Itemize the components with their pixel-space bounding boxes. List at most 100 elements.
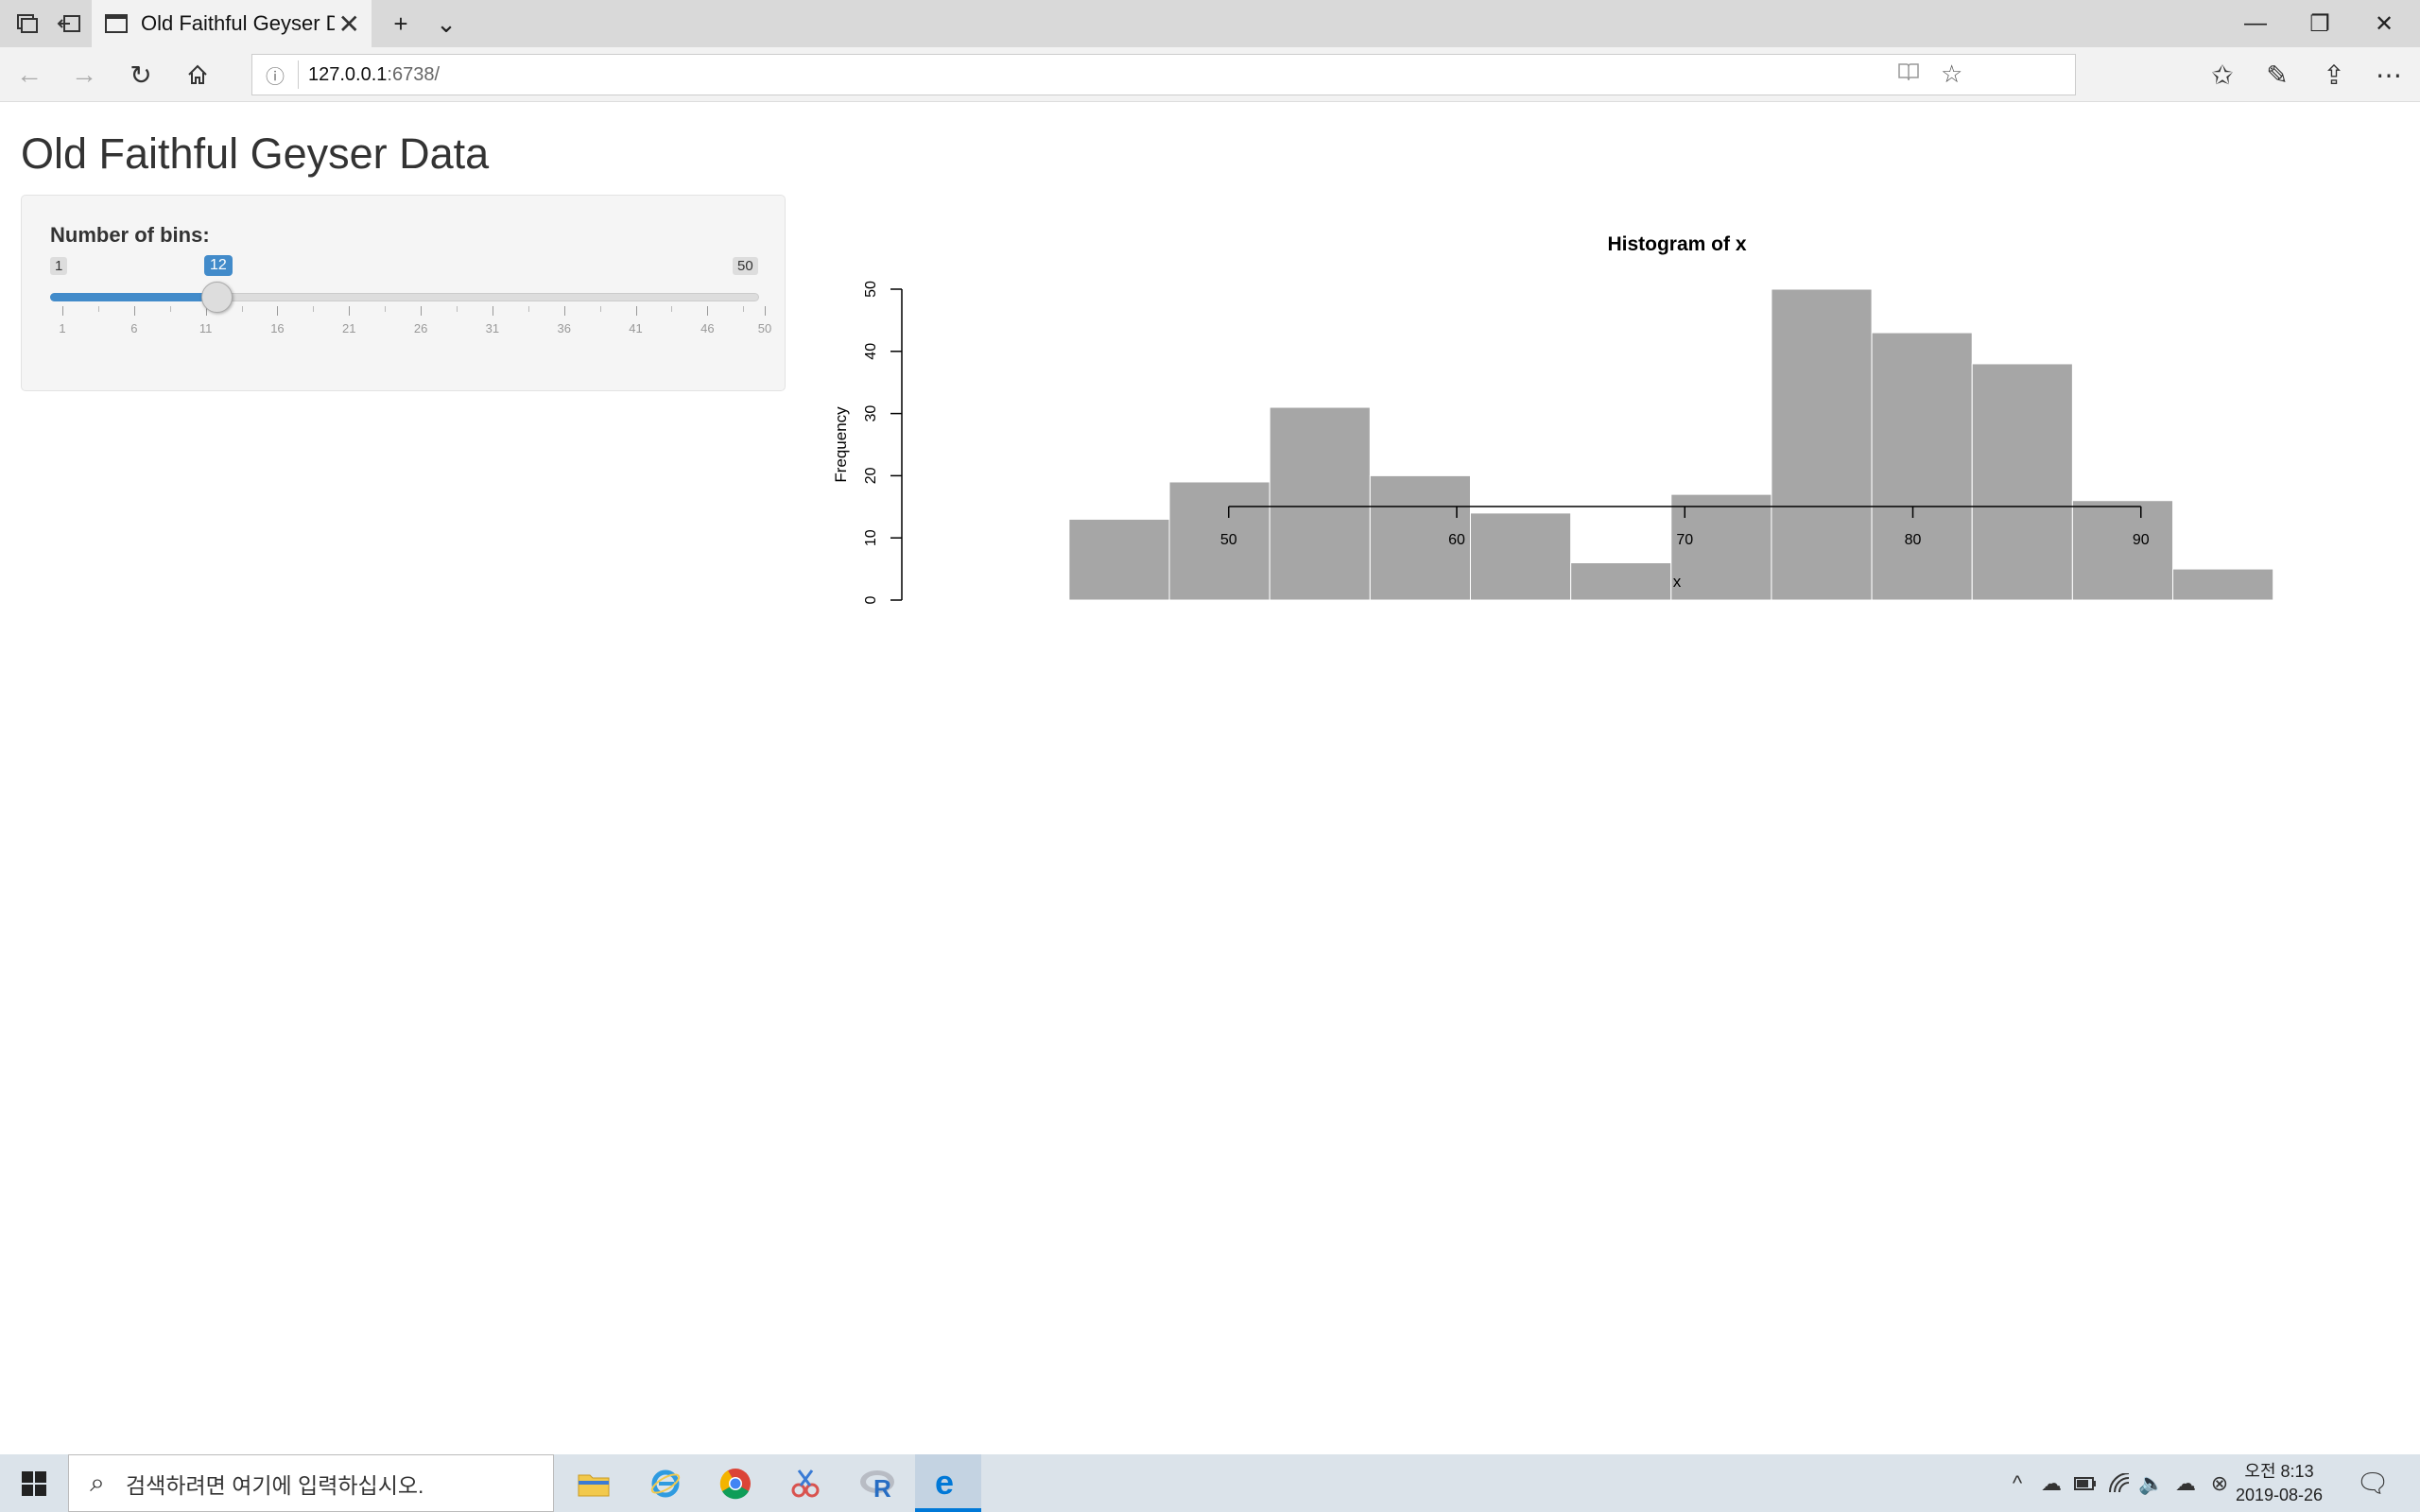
notification-icon[interactable]: 🗨 [2344,1454,2401,1512]
file-explorer-icon[interactable] [561,1454,627,1512]
back-icon[interactable]: ← [2,47,57,102]
slider-minor-tick [743,306,745,312]
slider-grid-label: 36 [557,321,571,335]
more-icon[interactable]: ⋯ [2361,47,2416,102]
y-axis-label: Frequency [832,406,850,483]
slider-grid-label: 16 [270,321,285,335]
slider-major-tick [133,306,135,316]
y-tick-label: 10 [863,529,879,546]
taskbar-search[interactable]: ⌕ 검색하려면 여기에 입력하십시오. [68,1454,554,1512]
slider-fill[interactable] [50,293,216,301]
x-axis-label: x [1673,573,1682,591]
slider-minor-tick [169,306,171,312]
slider-major-tick [563,306,565,316]
r-app-icon[interactable]: R [844,1454,910,1512]
slider-grid-label: 6 [130,321,138,335]
wifi-icon[interactable] [2102,1454,2136,1512]
share-icon[interactable]: ⇪ [2307,47,2361,102]
slider-grid-label: 46 [700,321,715,335]
set-tabs-aside-icon[interactable] [42,0,96,47]
slider-grid-label: 11 [199,321,213,335]
windows-start-icon[interactable] [0,1454,68,1512]
slider-major-tick [277,306,279,316]
cloud-upload-icon[interactable]: ☁ [2169,1454,2203,1512]
favorites-icon[interactable]: ✩ [2195,47,2250,102]
slider-grid-label: 26 [413,321,428,335]
histogram-bar [1771,288,1873,601]
forward-icon[interactable]: → [57,47,112,102]
histogram-bar [2071,500,2174,601]
browser-titlebar: Old Faithful Geyser Data ✕ + ⌄ — ❐ ✕ [0,0,2420,47]
tab-close-icon[interactable]: ✕ [338,9,360,40]
address-field[interactable]: ⓘ 127.0.0.1:6738/ ☆ [251,54,2076,95]
internet-explorer-icon[interactable] [632,1454,699,1512]
histogram-bar [1570,562,1672,601]
search-icon: ⌕ [90,1468,105,1497]
tab-title: Old Faithful Geyser Data [141,11,335,35]
x-tick-label: 90 [2133,532,2150,548]
page-icon [105,14,128,33]
snipping-tool-icon[interactable] [772,1454,838,1512]
histogram-bar [1871,332,1973,601]
slider-minor-tick [599,306,601,312]
close-window-button[interactable]: ✕ [2352,0,2416,47]
slider-handle[interactable] [201,282,233,313]
slider-minor-tick [97,306,99,312]
tab-dropdown-icon[interactable]: ⌄ [419,0,474,47]
home-icon[interactable] [170,47,225,102]
web-note-icon[interactable]: ✎ [2250,47,2305,102]
y-tick-label: 40 [863,343,879,360]
url-host: 127.0.0.1 [308,63,388,85]
slider-minor-tick [456,306,458,312]
x-tick-label: 50 [1220,532,1237,548]
histogram-bar [1269,406,1371,601]
site-info-icon[interactable]: ⓘ [252,61,298,89]
url-port: :6738/ [387,63,441,85]
x-tick-label: 60 [1448,532,1465,548]
slider-value: 12 [204,255,233,276]
clock-time: 오전 8:13 [2244,1462,2314,1481]
show-hidden-icons-icon[interactable]: ^ [2000,1454,2034,1512]
address-toolbar: ← → ↻ ⓘ 127.0.0.1:6738/ ☆ ✩ ✎ ⇪ ⋯ [0,47,2420,102]
x-tick-label: 70 [1676,532,1693,548]
favorite-star-icon[interactable]: ☆ [1941,60,1962,89]
slider-minor-tick [671,306,673,312]
x-tick-label: 80 [1905,532,1922,548]
slider-major-tick [635,306,637,316]
clock-date: 2019-08-26 [2235,1486,2324,1504]
refresh-icon[interactable]: ↻ [113,47,168,102]
histogram-svg: Histogram of x 0 10 20 30 40 50 Frequency 50 60 70… [832,233,2274,604]
slider-min: 1 [50,257,68,275]
browser-tab[interactable]: Old Faithful Geyser Data ✕ [92,0,372,47]
slider-grid-label: 50 [757,321,772,335]
slider-grid-label: 41 [629,321,643,335]
taskbar: ⌕ 검색하려면 여기에 입력하십시오. R e ^ ☁ 🔈 ☁ ⊗ 오전 8:1… [0,1454,2420,1512]
histogram-plot: Histogram of x 0 10 20 30 40 50 Frequency 50 60 70… [813,202,2420,864]
chart-title: Histogram of x [1607,233,1746,255]
battery-icon[interactable] [2068,1454,2102,1512]
volume-icon[interactable]: 🔈 [2135,1454,2169,1512]
slider-major-tick [765,306,766,316]
reading-view-icon[interactable] [1897,60,1920,89]
slider-major-tick [707,306,709,316]
edge-icon[interactable]: e [915,1454,981,1512]
histogram-bar [2172,568,2274,601]
sidebar-panel: Number of bins: 1 50 12 1 6 11 16 21 26 31 36 41… [21,195,786,391]
minimize-button[interactable]: — [2223,0,2288,47]
slider-minor-tick [385,306,387,312]
clock[interactable]: 오전 8:13 2019-08-26 [2227,1460,2331,1507]
url-divider [298,60,299,89]
page-title: Old Faithful Geyser Data [21,129,490,178]
y-tick-label: 30 [863,405,879,422]
slider-grid-label: 31 [485,321,500,335]
slider-max: 50 [733,257,758,275]
restore-button[interactable]: ❐ [2288,0,2352,47]
y-tick-label: 20 [863,467,879,484]
slider-major-tick [62,306,63,316]
histogram-bar [1068,518,1170,601]
onedrive-icon[interactable]: ☁ [2034,1454,2068,1512]
chrome-icon[interactable] [702,1454,769,1512]
slider-major-tick [349,306,351,316]
search-placeholder: 검색하려면 여기에 입력하십시오. [126,1472,424,1498]
histogram-bar [1971,363,2073,601]
